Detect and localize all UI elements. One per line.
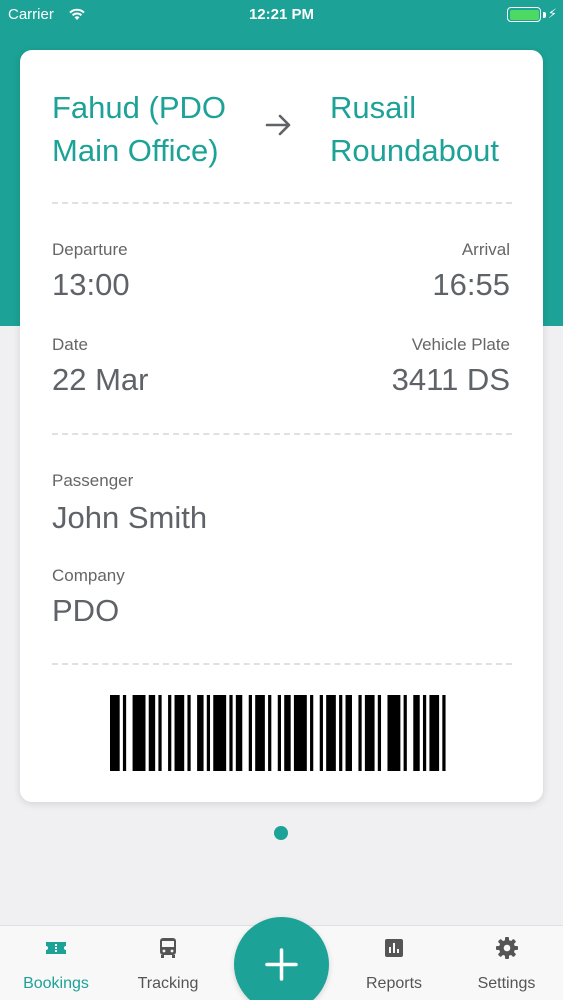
- barcode-bar: [345, 695, 352, 771]
- barcode-bar: [422, 695, 427, 771]
- tab-reports[interactable]: Reports: [338, 926, 450, 1000]
- barcode-bar: [358, 695, 362, 771]
- passenger-label: Passenger: [52, 471, 134, 490]
- barcode-image: [110, 695, 446, 771]
- barcode-bar: [429, 695, 440, 771]
- divider: [52, 663, 512, 665]
- vehicle-plate-label: Vehicle Plate: [411, 335, 510, 354]
- barcode-bar: [339, 695, 343, 771]
- origin-location: Fahud (PDO Main Office): [52, 90, 227, 168]
- booking-card[interactable]: Fahud (PDO Main Office) Rusail Roundabou…: [20, 50, 543, 802]
- tab-reports-label: Reports: [365, 975, 423, 992]
- tab-settings[interactable]: Settings: [450, 926, 563, 1000]
- status-bar: Carrier 12:21 PM ⚡︎: [0, 0, 563, 30]
- vehicle-plate-value: 3411 DS: [391, 362, 510, 397]
- page-indicator-dot: [274, 826, 288, 840]
- barcode-bar: [277, 695, 281, 771]
- departure-time: 13:00: [52, 267, 130, 302]
- barcode-bar: [206, 695, 211, 771]
- barcode-bar: [413, 695, 420, 771]
- battery-level: [509, 9, 539, 20]
- date-label: Date: [52, 335, 88, 354]
- barcode-bar: [235, 695, 243, 771]
- barcode-bar: [197, 695, 204, 771]
- passenger-name: John Smith: [52, 500, 208, 535]
- barcode-bar: [110, 695, 120, 771]
- barcode-bar: [403, 695, 407, 771]
- bus-icon: [156, 936, 180, 960]
- gear-icon: [495, 936, 519, 960]
- barcode-bar: [229, 695, 233, 771]
- barcode-bar: [442, 695, 446, 771]
- barcode-bar: [255, 695, 265, 771]
- divider: [52, 202, 512, 204]
- barcode-bar: [248, 695, 252, 771]
- tab-settings-label: Settings: [477, 975, 536, 992]
- barcode-bar: [387, 695, 401, 771]
- battery-icon: [507, 7, 541, 22]
- barcode-bar: [319, 695, 323, 771]
- barcode-bar: [213, 695, 227, 771]
- barcode-bar: [132, 695, 146, 771]
- date-value: 22 Mar: [52, 362, 149, 397]
- barcode-bar: [122, 695, 127, 771]
- departure-label: Departure: [52, 240, 128, 259]
- barcode-bar: [174, 695, 185, 771]
- barcode-bar: [284, 695, 291, 771]
- tab-tracking-label: Tracking: [137, 975, 199, 992]
- bar-chart-icon: [382, 936, 406, 960]
- ticket-icon: [44, 936, 68, 960]
- barcode-bar: [187, 695, 191, 771]
- arrival-time: 16:55: [432, 267, 510, 302]
- barcode-bar: [377, 695, 382, 771]
- barcode-bar: [268, 695, 272, 771]
- company-label: Company: [52, 566, 125, 585]
- company-name: PDO: [52, 593, 120, 628]
- tab-bookings-label: Bookings: [23, 975, 89, 992]
- charging-bolt-icon: ⚡︎: [547, 6, 557, 21]
- destination-location: Rusail Roundabout: [330, 90, 499, 168]
- arrow-right-icon: [264, 110, 294, 145]
- barcode-bar: [364, 695, 375, 771]
- tab-bookings[interactable]: Bookings: [0, 926, 112, 1000]
- barcode-bar: [168, 695, 172, 771]
- barcode-bar: [293, 695, 307, 771]
- clock: 12:21 PM: [248, 6, 315, 23]
- plus-icon: [265, 948, 298, 981]
- arrival-label: Arrival: [461, 240, 510, 259]
- tab-tracking[interactable]: Tracking: [112, 926, 224, 1000]
- barcode-bar: [148, 695, 156, 771]
- divider: [52, 433, 512, 435]
- barcode-bar: [326, 695, 336, 771]
- barcode-bar: [310, 695, 314, 771]
- route: Fahud (PDO Main Office) Rusail Roundabou…: [52, 86, 512, 176]
- barcode-bar: [158, 695, 162, 771]
- battery-terminal: [543, 12, 546, 18]
